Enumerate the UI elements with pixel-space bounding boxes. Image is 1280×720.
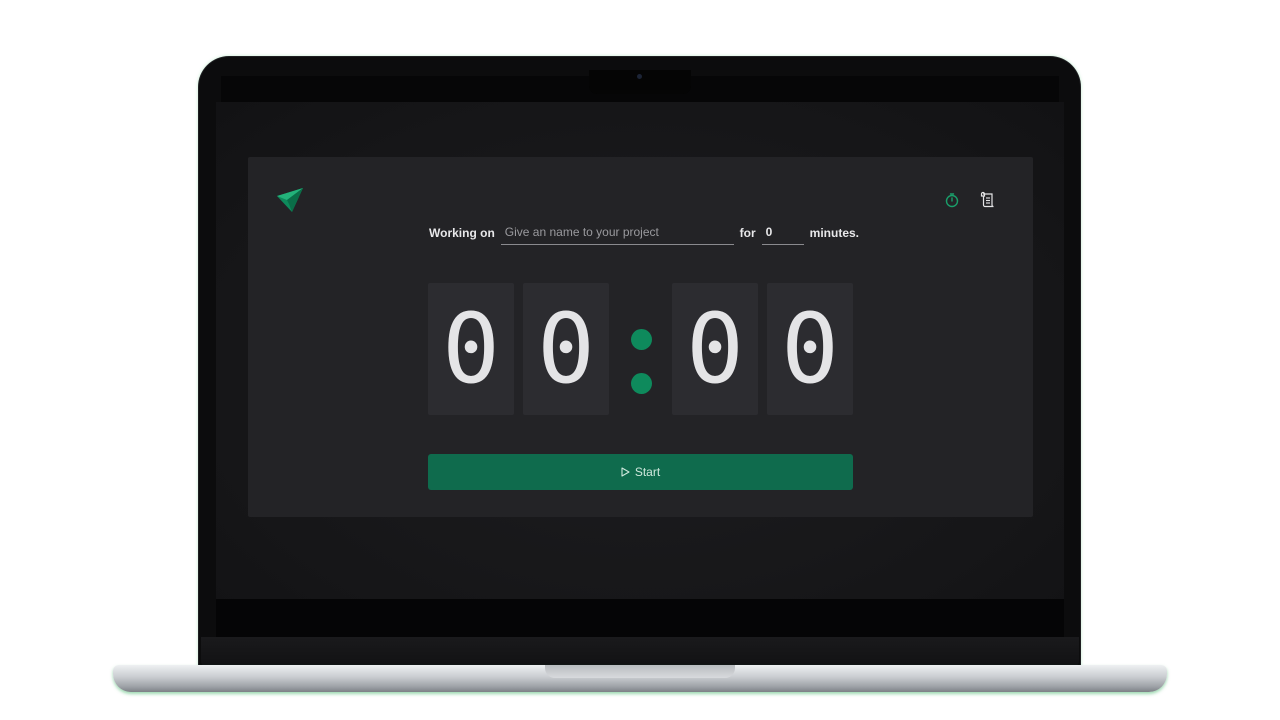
timer-digit-minutes-ones: 0	[523, 283, 609, 415]
timer-colon-dot-top	[631, 329, 652, 350]
project-name-input[interactable]	[500, 221, 734, 245]
timer-digit-minutes-tens: 0	[428, 283, 514, 415]
screen-bezel-bottom	[216, 599, 1064, 637]
for-label: for	[739, 226, 756, 240]
project-form: Working on for minutes.	[429, 220, 859, 246]
timer-digit-seconds-ones: 0	[767, 283, 853, 415]
paper-plane-icon	[277, 188, 303, 212]
laptop-base-notch	[545, 665, 735, 678]
camera-icon	[637, 74, 642, 79]
scroll-icon[interactable]	[979, 191, 997, 209]
minutes-input[interactable]	[761, 221, 804, 245]
start-button-label: Start	[634, 465, 661, 479]
timer-colon-dot-bottom	[631, 373, 652, 394]
stopwatch-icon[interactable]	[943, 191, 961, 209]
working-on-label: Working on	[429, 226, 495, 240]
laptop-chin	[201, 637, 1079, 667]
timer-digit-seconds-tens: 0	[672, 283, 758, 415]
minutes-label: minutes.	[809, 226, 859, 240]
start-button[interactable]: Start	[428, 454, 853, 490]
play-icon	[621, 467, 630, 477]
